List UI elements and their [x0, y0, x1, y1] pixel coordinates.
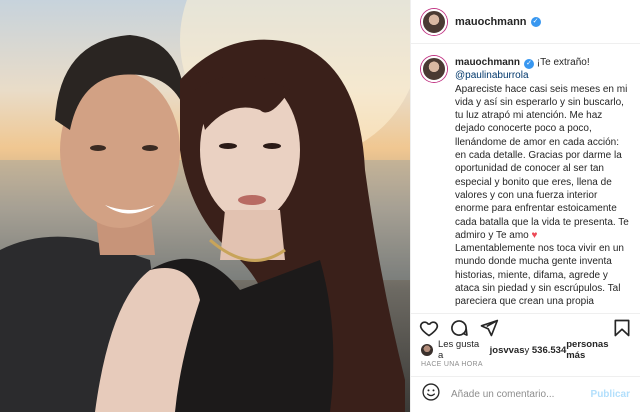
likes-count[interactable]: 536.534 — [532, 345, 566, 356]
caption-text-continued: Lamentablemente nos toca vivir en un mun… — [455, 243, 624, 308]
caption-mention-link[interactable]: @paulinaburrola — [455, 70, 529, 81]
heart-icon[interactable] — [419, 318, 439, 338]
comment-input[interactable] — [449, 388, 591, 401]
likes-middle: y — [524, 344, 530, 356]
verified-badge-icon: ✓ — [530, 16, 541, 27]
author-avatar[interactable] — [421, 8, 447, 35]
likes-suffix[interactable]: personas más — [566, 339, 630, 361]
likes-row: Les gusta a josvvas y 536.534 personas m… — [411, 339, 640, 361]
post-timestamp[interactable]: HACE UNA HORA — [411, 359, 640, 376]
author-username[interactable]: mauochmann — [455, 16, 527, 28]
liker-avatar[interactable] — [421, 344, 433, 356]
red-heart-emoji: ♥ — [531, 229, 538, 241]
caption-body: mauochmann ✓ ¡Te extraño! @paulinaburrola… — [455, 56, 630, 313]
comment-icon[interactable] — [449, 318, 469, 338]
caption-text: Apareciste hace casi seis meses en mi vi… — [455, 83, 629, 241]
post-side-panel: mauochmann ✓ mauochmann ✓ ¡Te extraño! @p… — [410, 0, 640, 412]
caption-avatar[interactable] — [421, 56, 447, 82]
caption-intro: ¡Te extraño! — [534, 57, 590, 68]
bookmark-icon[interactable] — [612, 318, 632, 338]
likes-prefix: Les gusta a — [437, 339, 480, 361]
emoji-icon[interactable] — [421, 382, 441, 407]
instagram-post: mauochmann ✓ mauochmann ✓ ¡Te extraño! @p… — [0, 0, 640, 412]
comment-bar: Publicar — [411, 376, 640, 412]
publish-button[interactable]: Publicar — [591, 389, 630, 400]
post-header: mauochmann ✓ — [411, 0, 640, 44]
caption-verified-icon: ✓ — [524, 58, 535, 69]
post-photo[interactable] — [0, 0, 410, 412]
liker-username[interactable]: josvvas — [490, 345, 525, 356]
share-icon[interactable] — [479, 318, 499, 338]
post-caption: mauochmann ✓ ¡Te extraño! @paulinaburrola… — [411, 44, 640, 313]
caption-username[interactable]: mauochmann — [455, 57, 520, 68]
action-bar — [411, 313, 640, 341]
couple-photo-illustration — [0, 0, 410, 412]
